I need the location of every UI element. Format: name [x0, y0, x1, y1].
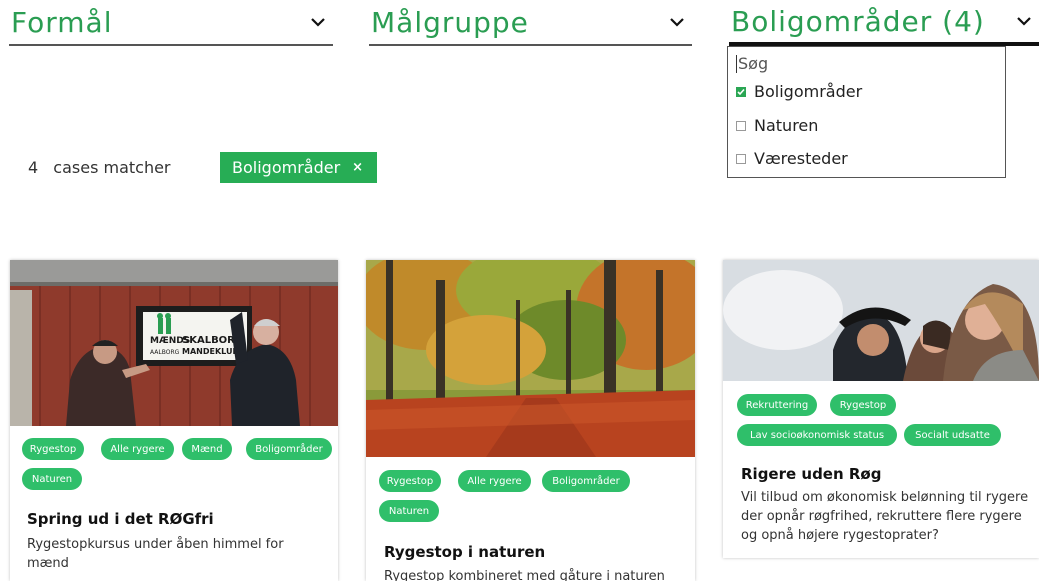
tag[interactable]: Rygestop	[22, 438, 84, 460]
results-count-text: cases matcher	[53, 158, 171, 177]
checkbox-icon[interactable]	[736, 153, 746, 164]
option-vaeresteder[interactable]: Væresteder	[736, 149, 848, 168]
case-description: Rygestop kombineret med gåture i naturen	[384, 569, 665, 581]
case-title[interactable]: Rigere uden Røg	[741, 465, 881, 483]
checkbox-icon[interactable]	[736, 120, 746, 131]
option-label: Væresteder	[754, 149, 848, 168]
filter-boligomraader[interactable]: Boligområder (4)	[729, 0, 1039, 46]
sign-text-aalborg: AALBORG	[150, 349, 180, 356]
option-label: Boligområder	[754, 82, 863, 101]
close-icon[interactable]: ×	[352, 160, 363, 175]
option-boligomraader[interactable]: Boligområder	[736, 82, 862, 101]
tag[interactable]: Rekruttering	[737, 394, 817, 416]
case-title[interactable]: Rygestop i naturen	[384, 543, 545, 561]
results-count: 4 cases matcher	[28, 158, 171, 177]
tag[interactable]: Naturen	[22, 468, 82, 490]
tag[interactable]: Boligområder	[542, 470, 630, 492]
sign-text-mandeklub: MANDEKLUB	[182, 347, 239, 356]
tag[interactable]: Rygestop	[379, 470, 441, 492]
tag[interactable]: Boligområder	[246, 438, 332, 460]
case-card[interactable]: MÆNDS SKALBORG AALBORG MANDEKLUB Rygesto…	[10, 260, 338, 581]
tag[interactable]: Alle rygere	[101, 438, 174, 460]
case-description: Rygestopkursus under åben himmel for mæn…	[27, 537, 284, 571]
case-card[interactable]: Rygestop Alle rygere Boligområder Nature…	[366, 260, 695, 581]
results-count-number: 4	[28, 158, 39, 177]
filter-formaal[interactable]: Formål	[9, 0, 333, 46]
tag[interactable]: Socialt udsatte	[904, 424, 1001, 446]
case-description: Vil tilbud om økonomisk belønning til ry…	[741, 490, 1029, 543]
chevron-down-icon	[1009, 11, 1039, 31]
active-filter-chip[interactable]: Boligområder ×	[220, 152, 378, 183]
option-naturen[interactable]: Naturen	[736, 116, 818, 135]
case-image	[366, 260, 695, 457]
tag[interactable]: Mænd	[182, 438, 232, 460]
tag[interactable]: Alle rygere	[458, 470, 531, 492]
case-title[interactable]: Spring ud i det RØGfri	[27, 510, 214, 528]
tag[interactable]: Naturen	[379, 500, 439, 522]
option-label: Naturen	[754, 116, 819, 135]
filter-maalgruppe[interactable]: Målgruppe	[369, 0, 692, 46]
filter-maalgruppe-label: Målgruppe	[371, 5, 529, 39]
dropdown-search-input[interactable]: Søg	[736, 55, 768, 73]
tag[interactable]: Rygestop	[830, 394, 896, 416]
tag[interactable]: Lav socioøkonomisk status	[737, 424, 897, 446]
case-image	[723, 260, 1039, 381]
filter-formaal-label: Formål	[11, 5, 113, 39]
chevron-down-icon	[303, 12, 333, 32]
checkbox-checked-icon[interactable]	[736, 86, 746, 97]
boligomraader-dropdown-panel: Søg Boligområder Naturen Væresteder	[727, 46, 1006, 178]
case-image: MÆNDS SKALBORG AALBORG MANDEKLUB	[10, 260, 338, 426]
case-card[interactable]: Rekruttering Rygestop Lav socioøkonomisk…	[723, 260, 1039, 558]
chip-label: Boligområder	[232, 158, 341, 177]
chevron-down-icon	[662, 12, 692, 32]
filter-boligomraader-label: Boligområder (4)	[731, 4, 985, 38]
